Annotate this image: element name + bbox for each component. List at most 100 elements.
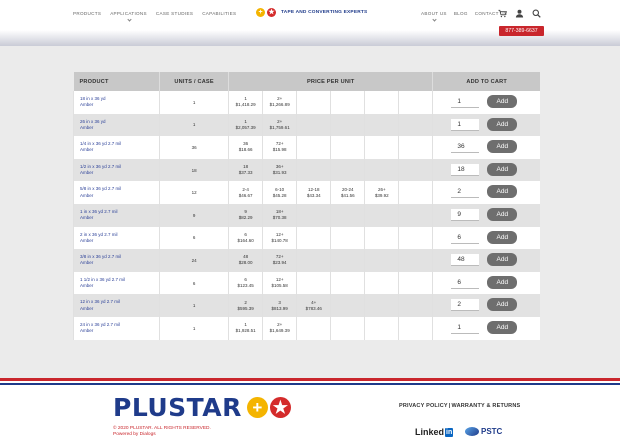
quantity-input[interactable]: 2 (451, 299, 480, 312)
tier-price: $140.78 (271, 237, 288, 243)
units-per-case: 18 (159, 158, 229, 182)
add-button[interactable]: Add (487, 275, 518, 289)
add-to-cart-cell: 1 Add (432, 316, 540, 340)
price-tier (364, 249, 399, 272)
phone-badge[interactable]: 877-389-6637 (499, 26, 544, 36)
warranty-link[interactable]: WARRANTY & RETURNS (452, 403, 521, 409)
price-tier: 6 $164.60 (228, 226, 263, 250)
product-cell: 18 in x 36 yd Amber (72, 91, 160, 114)
price-tier (364, 158, 399, 182)
add-button[interactable]: Add (487, 207, 518, 221)
price-tier: 6-10 $45.28 (262, 181, 297, 204)
add-button[interactable]: Add (487, 185, 518, 199)
header-logo[interactable]: + ★ TAPE AND CONVERTING EXPERTS (256, 8, 367, 17)
tier-price: $105.58 (271, 283, 288, 289)
price-tier: 36+ $31.93 (262, 158, 297, 182)
quantity-input[interactable]: 48 (451, 254, 480, 267)
product-color: Amber (80, 124, 94, 130)
price-tier: 18 $37.33 (228, 158, 263, 182)
linkedin-logo[interactable]: Linked in (415, 427, 454, 437)
units-per-case: 12 (159, 181, 229, 204)
table-row: 26 in x 36 yd Amber 1 1 $2,057.39 2+ $1,759.61… (72, 113, 540, 137)
tier-price: $70.38 (272, 215, 287, 221)
tier-price: $39.92 (374, 192, 389, 198)
add-button[interactable]: Add (487, 320, 518, 334)
privacy-policy-link[interactable]: PRIVACY POLICY (399, 403, 448, 409)
quantity-input[interactable]: 9 (451, 208, 480, 221)
product-table: PRODUCT UNITS / CASE PRICE PER UNIT ADD … (72, 72, 540, 340)
table-body: 18 in x 36 yd Amber 1 1 $1,418.29 2+ $1,266.89… (72, 91, 540, 340)
price-tier: 20-24 $41.56 (330, 181, 365, 204)
add-button[interactable]: Add (487, 253, 518, 267)
linkedin-word: Linked (415, 427, 445, 437)
user-icon[interactable] (515, 9, 524, 18)
quantity-input[interactable]: 1 (451, 118, 480, 131)
quantity-input[interactable]: 18 (451, 163, 480, 176)
price-tier: 2 $595.39 (228, 294, 263, 317)
price-tier (364, 203, 399, 227)
add-button[interactable]: Add (487, 230, 518, 244)
table-row: 1/4 in x 36 yd 2.7 mil Amber 36 36 $18.66 72+… (72, 136, 540, 159)
star-icon: ★ (269, 397, 291, 418)
units-per-case: 1 (159, 113, 229, 137)
cart-icon[interactable] (498, 9, 507, 18)
product-cell: 1/2 in x 36 yd 2.7 mil Amber (72, 158, 160, 182)
price-tier (330, 91, 365, 114)
price-tier (330, 136, 365, 159)
add-button[interactable]: Add (487, 162, 518, 176)
tier-price: $43.34 (306, 192, 321, 198)
nav-case-studies[interactable]: CASE STUDIES (156, 11, 193, 16)
plus-icon: + (256, 8, 265, 17)
add-button[interactable]: Add (487, 298, 518, 312)
footer-logo[interactable]: PLUSTAR + ★ (113, 393, 291, 422)
tier-price: $37.33 (238, 170, 253, 176)
product-cell: 2 in x 36 yd 2.7 mil Amber (72, 226, 160, 250)
add-button[interactable]: Add (487, 140, 518, 154)
product-color: Amber (80, 170, 94, 176)
add-button[interactable]: Add (487, 117, 518, 131)
product-cell: 12 in x 36 yd 2.7 mil Amber (72, 294, 160, 317)
quantity-input[interactable]: 1 (451, 321, 480, 334)
tier-price: $46.67 (238, 192, 253, 198)
add-button[interactable]: Add (487, 95, 518, 108)
price-tier (364, 136, 399, 159)
price-tier (364, 294, 399, 317)
nav-blog[interactable]: BLOG (454, 11, 468, 16)
nav-products[interactable]: PRODUCTS (73, 11, 101, 16)
header-cart: ADD TO CART (432, 72, 540, 91)
price-tier (330, 226, 365, 250)
units-per-case: 1 (159, 316, 229, 340)
price-tier (296, 136, 331, 159)
price-tier (296, 249, 331, 272)
price-tier (364, 113, 399, 137)
pstc-logo[interactable]: PSTC (465, 427, 502, 436)
price-tier (398, 203, 433, 227)
table-row: 3/8 in x 36 yd 2.7 mil Amber 24 48 $28.00 72+… (72, 249, 540, 272)
quantity-input[interactable]: 36 (451, 141, 480, 154)
powered-by[interactable]: Powered by Dialogs (113, 432, 211, 438)
table-row: 1 1/2 in x 36 yd 2.7 mil Amber 6 6 $123.45 12… (72, 271, 540, 295)
nav-about-us[interactable]: ABOUT US (421, 11, 447, 16)
price-tier (296, 203, 331, 227)
price-tier: 18+ $70.38 (262, 203, 297, 227)
price-tier: 6 $123.45 (228, 271, 263, 295)
product-cell: 1 1/2 in x 36 yd 2.7 mil Amber (72, 271, 160, 295)
price-tier: 26+ $39.92 (364, 181, 399, 204)
quantity-input[interactable]: 1 (451, 96, 480, 108)
header-price: PRICE PER UNIT (228, 72, 433, 91)
nav-applications[interactable]: APPLICATIONS (110, 11, 147, 16)
add-to-cart-cell: 6 Add (432, 226, 540, 250)
add-to-cart-cell: 9 Add (432, 203, 540, 227)
quantity-input[interactable]: 6 (451, 276, 480, 289)
quantity-input[interactable]: 6 (451, 231, 480, 244)
product-color: Amber (80, 192, 94, 198)
tier-price: $31.93 (272, 170, 287, 176)
quantity-input[interactable]: 2 (451, 186, 480, 199)
table-header-row: PRODUCT UNITS / CASE PRICE PER UNIT ADD … (73, 72, 540, 91)
tier-price: $813.99 (271, 305, 288, 311)
table-row: 24 in x 36 yd 2.7 mil Amber 1 1 $1,928.51 2+ $… (72, 316, 540, 340)
search-icon[interactable] (532, 9, 541, 18)
price-tier: 48 $28.00 (228, 249, 263, 272)
nav-capabilities[interactable]: CAPABILITIES (202, 11, 236, 16)
tier-price: $1,418.29 (235, 102, 256, 108)
